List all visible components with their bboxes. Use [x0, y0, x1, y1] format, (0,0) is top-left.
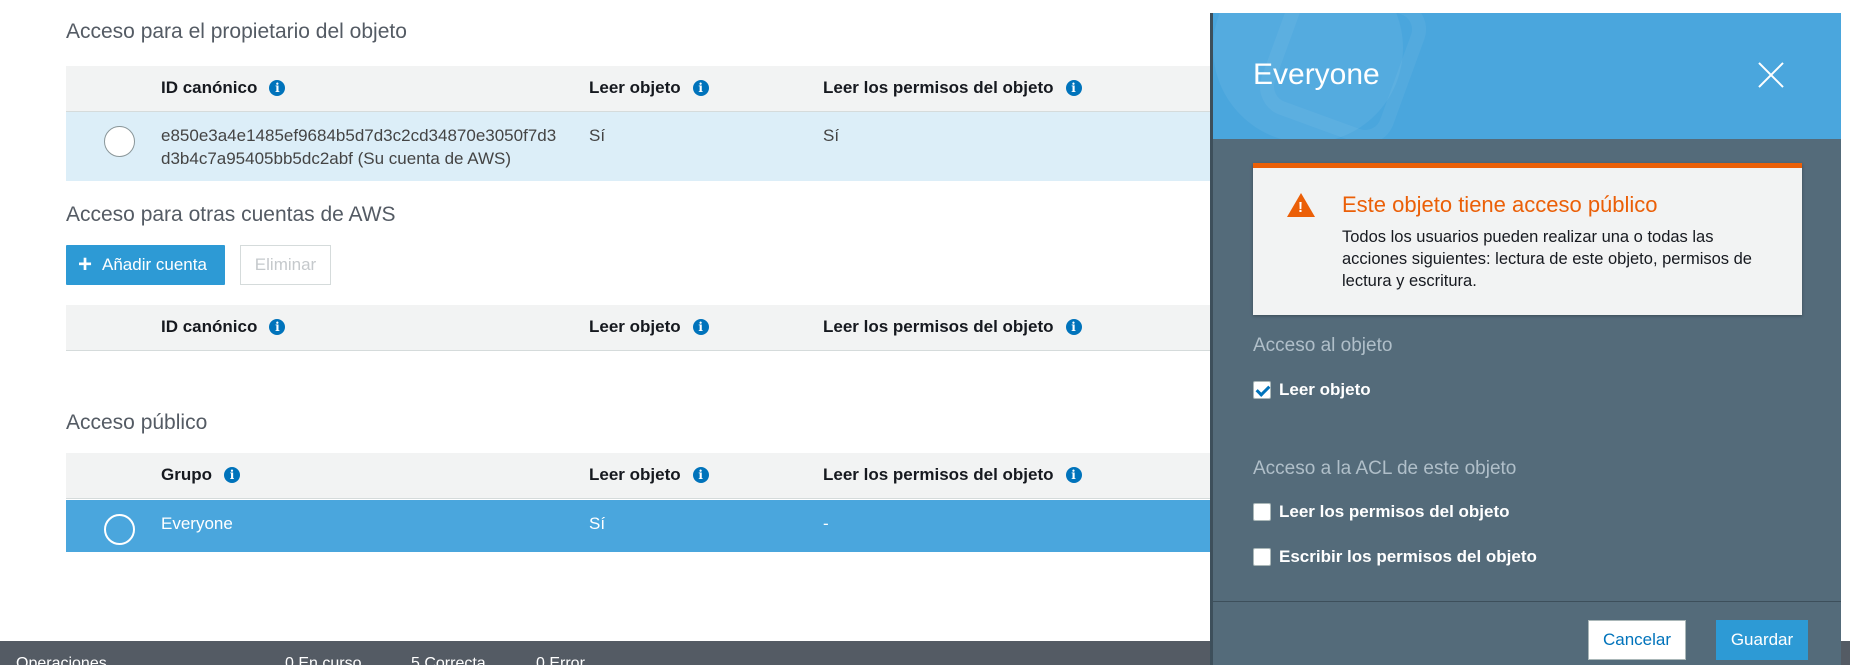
owner-table-header: ID canónico i Leer objeto i Leer los per… [66, 66, 1216, 112]
public-group-value: Everyone [161, 514, 233, 533]
read-perms-checkbox[interactable] [1253, 503, 1271, 521]
cancel-button[interactable]: Cancelar [1588, 620, 1686, 660]
close-icon[interactable] [1753, 57, 1789, 93]
everyone-panel: Everyone ! Este objeto tiene acceso públ… [1210, 13, 1841, 665]
save-button[interactable]: Guardar [1716, 620, 1808, 660]
owner-row-radio[interactable] [104, 126, 135, 157]
owner-canonical-id: e850e3a4e1485ef9684b5d7d3c2cd34870e3050f… [161, 126, 557, 168]
acl-access-label: Acceso a la ACL de este objeto [1253, 458, 1517, 479]
public-row-radio[interactable] [104, 514, 135, 545]
public-read-value: Sí [589, 514, 606, 533]
other-accounts-title: Acceso para otras cuentas de AWS [66, 203, 396, 226]
panel-header: Everyone [1213, 13, 1841, 139]
owner-section-title: Acceso para el propietario del objeto [66, 20, 407, 43]
public-table-row[interactable]: Everyone Sí - [66, 500, 1216, 552]
owner-header-read: Leer objeto i [589, 78, 709, 98]
read-object-checkbox[interactable] [1253, 381, 1271, 399]
write-perms-checkbox[interactable] [1253, 548, 1271, 566]
owner-perms-value: Sí [823, 126, 840, 145]
owner-table-row[interactable]: e850e3a4e1485ef9684b5d7d3c2cd34870e3050f… [66, 112, 1216, 181]
alert-body: Todos los usuarios pueden realizar una o… [1342, 228, 1752, 290]
other-accounts-table-header: ID canónico i Leer objeto i Leer los per… [66, 305, 1216, 351]
info-icon[interactable]: i [1065, 467, 1082, 483]
info-icon[interactable]: i [692, 319, 709, 335]
public-access-alert: ! Este objeto tiene acceso público Todos… [1253, 163, 1802, 315]
info-icon[interactable]: i [224, 467, 240, 483]
info-icon[interactable]: i [692, 467, 709, 483]
error-count[interactable]: 0 Error [536, 655, 585, 665]
public-header-read: Leer objeto i [589, 465, 709, 485]
owner-read-value: Sí [589, 126, 606, 145]
write-perms-label: Escribir los permisos del objeto [1279, 547, 1537, 566]
in-progress-count[interactable]: 0 En curso [285, 655, 361, 665]
info-icon[interactable]: i [1065, 319, 1082, 335]
public-table-header: Grupo i Leer objeto i Leer los permisos … [66, 453, 1216, 499]
delete-button[interactable]: Eliminar [240, 245, 331, 285]
page: Acceso para el propietario del objeto ID… [0, 0, 1850, 665]
read-object-label: Leer objeto [1279, 380, 1371, 399]
owner-header-id: ID canónico i [161, 78, 286, 98]
other-header-id: ID canónico i [161, 317, 286, 337]
public-header-perms: Leer los permisos del objeto i [823, 465, 1082, 485]
plus-icon: + [78, 251, 93, 278]
success-count[interactable]: 5 Correcta [411, 655, 486, 665]
read-perms-label: Leer los permisos del objeto [1279, 502, 1510, 521]
info-icon[interactable]: i [692, 80, 709, 96]
object-access-label: Acceso al objeto [1253, 335, 1393, 356]
public-perms-value: - [823, 514, 829, 533]
info-icon[interactable]: i [269, 319, 286, 335]
other-header-perms: Leer los permisos del objeto i [823, 317, 1082, 337]
add-account-button[interactable]: + Añadir cuenta [66, 245, 225, 285]
operations-label[interactable]: Operaciones [16, 655, 107, 665]
panel-footer-divider [1213, 601, 1841, 602]
public-access-title: Acceso público [66, 411, 208, 434]
info-icon[interactable]: i [269, 80, 286, 96]
read-perms-checkbox-row[interactable]: Leer los permisos del objeto [1253, 502, 1510, 522]
public-header-group: Grupo i [161, 465, 240, 485]
write-perms-checkbox-row[interactable]: Escribir los permisos del objeto [1253, 547, 1537, 567]
read-object-checkbox-row[interactable]: Leer objeto [1253, 380, 1371, 400]
alert-title: Este objeto tiene acceso público [1342, 192, 1658, 217]
owner-header-perms: Leer los permisos del objeto i [823, 78, 1082, 98]
other-header-read: Leer objeto i [589, 317, 709, 337]
panel-title: Everyone [1253, 58, 1380, 91]
warning-icon: ! [1287, 193, 1315, 217]
info-icon[interactable]: i [1065, 80, 1082, 96]
